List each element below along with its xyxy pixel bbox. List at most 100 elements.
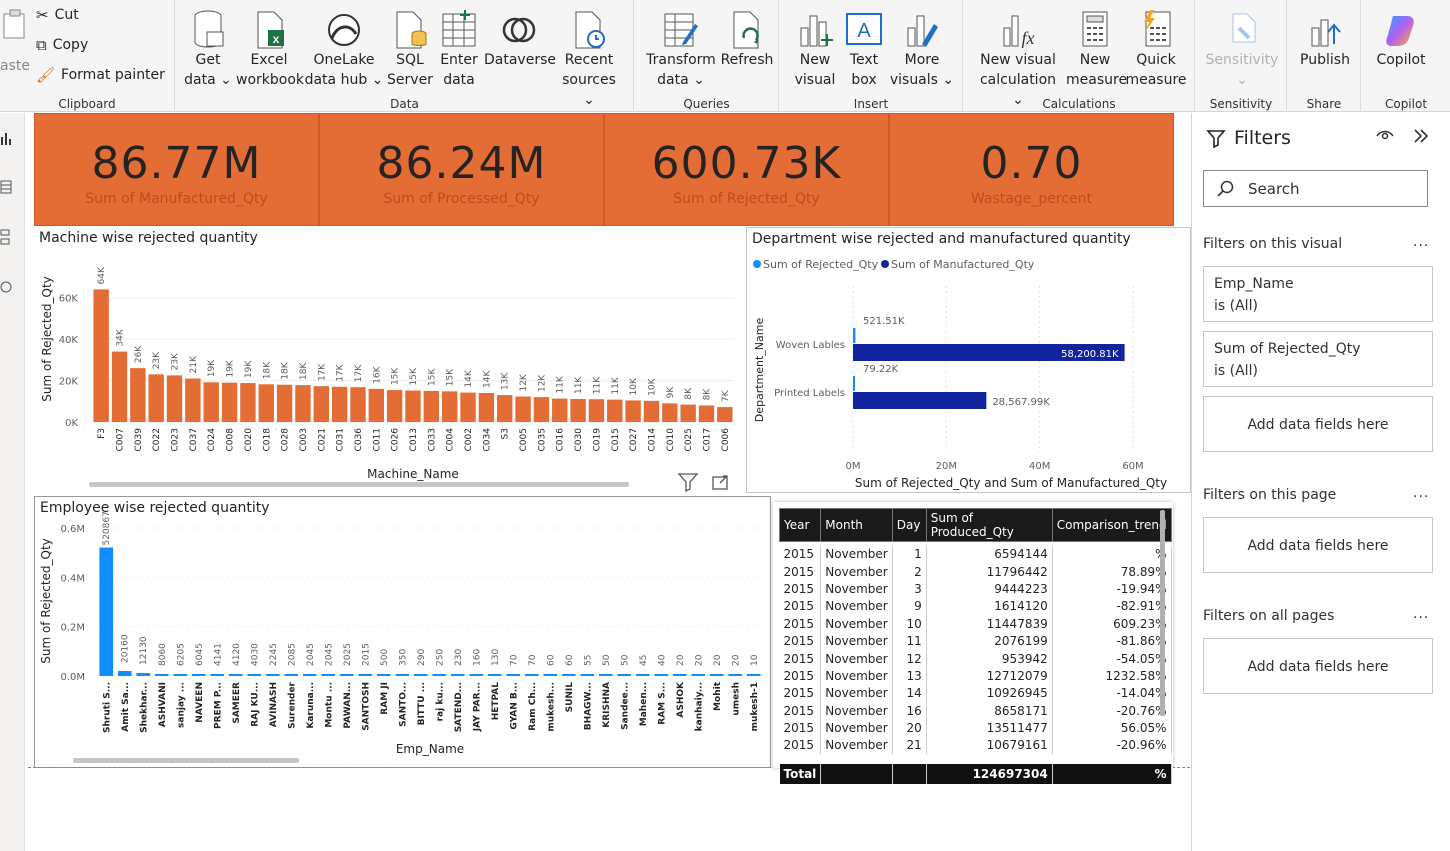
bar: [350, 387, 366, 422]
table-row[interactable]: 2015 November 20 13511477 56.05%: [779, 719, 1172, 737]
bar: [339, 674, 354, 676]
focus-mode-icon[interactable]: [712, 475, 728, 490]
onelake-button[interactable]: OneLake data hub ⌄: [304, 4, 384, 90]
column-header[interactable]: Comparison_trend: [1051, 508, 1172, 542]
excel-workbook-button[interactable]: x Excel workbook: [236, 4, 304, 90]
table-cell: November: [820, 615, 893, 633]
table-visual[interactable]: Year Month Day Sum of Produced_Qty Compariso…: [773, 502, 1173, 785]
x-tick-label: ASHVANI: [158, 682, 168, 727]
table-scrollbar[interactable]: [1160, 510, 1165, 716]
data-label: 70: [528, 654, 538, 666]
table-row[interactable]: 2015 November 3 9444223 -19.94%: [779, 580, 1172, 598]
more-options-icon[interactable]: ...: [1413, 485, 1429, 501]
filter-card-rejected-qty[interactable]: Sum of Rejected_Qty is (All): [1203, 331, 1433, 387]
table-row[interactable]: 2015 November 14 10926945 -14.04%: [779, 684, 1172, 703]
y-tick-label: 0.4M: [60, 573, 85, 584]
x-tick-label: C039: [134, 428, 144, 452]
search-icon: [1217, 180, 1234, 197]
data-label: 12K: [519, 373, 529, 391]
employee-chart-visual[interactable]: Employee wise rejected quantity 0.0M 0.2M…: [34, 496, 771, 768]
kpi-value: 86.77M: [91, 138, 262, 189]
kpi-card-rejected[interactable]: 600.73K Sum of Rejected_Qty: [604, 113, 889, 226]
more-options-icon[interactable]: ...: [1413, 606, 1429, 622]
table-row[interactable]: 2015 November 13 12712079 1232.58%: [779, 667, 1172, 685]
column-header[interactable]: Month: [820, 508, 893, 542]
bar: [617, 674, 632, 676]
sql-server-button[interactable]: SQL Server: [386, 4, 434, 90]
quick-measure-button[interactable]: Quick measure: [1124, 4, 1188, 90]
table-row[interactable]: 2015 November 21 10679161 -20.96%: [779, 736, 1172, 755]
x-axis-title: Machine_Name: [367, 467, 459, 481]
table-row[interactable]: 2015November16594144%: [779, 545, 1172, 563]
add-fields-all-pages[interactable]: Add data fields here: [1203, 638, 1433, 694]
dataverse-button[interactable]: Dataverse: [484, 4, 556, 70]
machine-chart-visual[interactable]: Machine wise rejected quantity 0K 20K 40K 6…: [34, 227, 745, 493]
bar: [487, 674, 502, 676]
table-view-icon[interactable]: [0, 179, 14, 195]
model-view-icon[interactable]: [0, 229, 14, 245]
y-axis-title: Department_Name: [753, 318, 766, 423]
filter-card-emp-name[interactable]: Emp_Name is (All): [1203, 266, 1433, 322]
data-label: 12130: [139, 636, 149, 665]
table-icon: [442, 10, 476, 47]
table-row[interactable]: 2015 November 16 8658171 -20.76%: [779, 702, 1172, 720]
cut-button[interactable]: ✂ Cut: [36, 4, 79, 26]
copy-button[interactable]: ⧉ Copy: [36, 34, 88, 56]
eye-icon[interactable]: [1376, 129, 1394, 143]
add-fields-page[interactable]: Add data fields here: [1203, 517, 1433, 573]
kpi-card-manufactured[interactable]: 86.77M Sum of Manufactured_Qty: [34, 113, 319, 226]
publish-button[interactable]: Publish: [1292, 4, 1358, 70]
add-fields-visual[interactable]: Add data fields here: [1203, 396, 1433, 452]
kpi-card-wastage[interactable]: 0.70 Wastage_percent: [889, 113, 1174, 226]
bar: [533, 397, 550, 422]
table-cell: 2: [892, 562, 927, 581]
x-tick-label: C005: [519, 428, 529, 451]
table-cell: 2015: [779, 667, 822, 685]
refresh-button[interactable]: Refresh: [719, 4, 775, 70]
data-label: 13K: [501, 372, 511, 390]
kpi-label: Sum of Rejected_Qty: [673, 191, 820, 207]
x-tick-label: JAY PAR...: [472, 682, 482, 732]
more-options-icon[interactable]: ...: [1413, 234, 1429, 250]
column-header[interactable]: Day: [891, 508, 927, 542]
collapse-pane-icon[interactable]: [1412, 128, 1430, 144]
data-label: 45: [639, 655, 649, 666]
report-view-icon[interactable]: [0, 131, 14, 147]
share-group: Publish Share: [1288, 0, 1361, 112]
kpi-card-processed[interactable]: 86.24M Sum of Processed_Qty: [319, 113, 604, 226]
format-painter-button[interactable]: 🖌 Format painter: [36, 64, 165, 86]
table-row[interactable]: 2015 November 9 1614120 -82.91%: [779, 597, 1172, 616]
y-tick-label: 20K: [59, 377, 79, 388]
text-box-button[interactable]: A Text box: [842, 4, 886, 90]
sensitivity-button[interactable]: Sensitivity ⌄: [1200, 4, 1284, 90]
bar: [469, 674, 484, 676]
x-tick-label: RAM S...: [657, 682, 667, 725]
get-data-button[interactable]: Get data ⌄: [182, 4, 234, 90]
table-row[interactable]: 2015 November 10 11447839 609.23%: [779, 615, 1172, 633]
filter-icon[interactable]: [677, 473, 699, 493]
column-header[interactable]: Year: [778, 508, 822, 542]
table-row[interactable]: 2015 November 2 11796442 78.89%: [779, 562, 1172, 581]
copilot-button[interactable]: Copilot: [1366, 4, 1436, 70]
data-label: 28,567.99K: [992, 397, 1050, 408]
department-chart-visual[interactable]: Department wise rejected and manufacture…: [746, 227, 1191, 493]
table-row[interactable]: 2015 November 11 2076199 -81.86%: [779, 632, 1172, 650]
new-visual-button[interactable]: New visual: [790, 4, 840, 90]
recent-sources-button[interactable]: Recent sources ⌄: [556, 4, 622, 110]
filters-search-input[interactable]: Search: [1203, 170, 1428, 207]
table-cell: 16: [892, 702, 927, 720]
enter-data-button[interactable]: Enter data: [436, 4, 482, 90]
column-header[interactable]: Sum of Produced_Qty: [925, 508, 1053, 542]
legend-marker: [753, 260, 761, 268]
new-visual-calculation-button[interactable]: fx New visual calculation ⌄: [972, 4, 1064, 110]
transform-data-button[interactable]: Transform data ⌄: [643, 4, 719, 90]
x-tick-label: kanhaiy...: [694, 682, 704, 731]
table-cell: -20.96%: [1052, 736, 1172, 755]
table-cell: 11: [892, 632, 927, 650]
table-row[interactable]: 2015 November 12 953942 -54.05%: [779, 649, 1172, 668]
new-measure-button[interactable]: New measure: [1066, 4, 1127, 90]
more-visuals-button[interactable]: More visuals ⌄: [888, 4, 956, 90]
paste-button[interactable]: aste: [0, 6, 30, 74]
dax-query-icon[interactable]: [0, 279, 14, 295]
x-tick-label: C013: [409, 428, 419, 451]
